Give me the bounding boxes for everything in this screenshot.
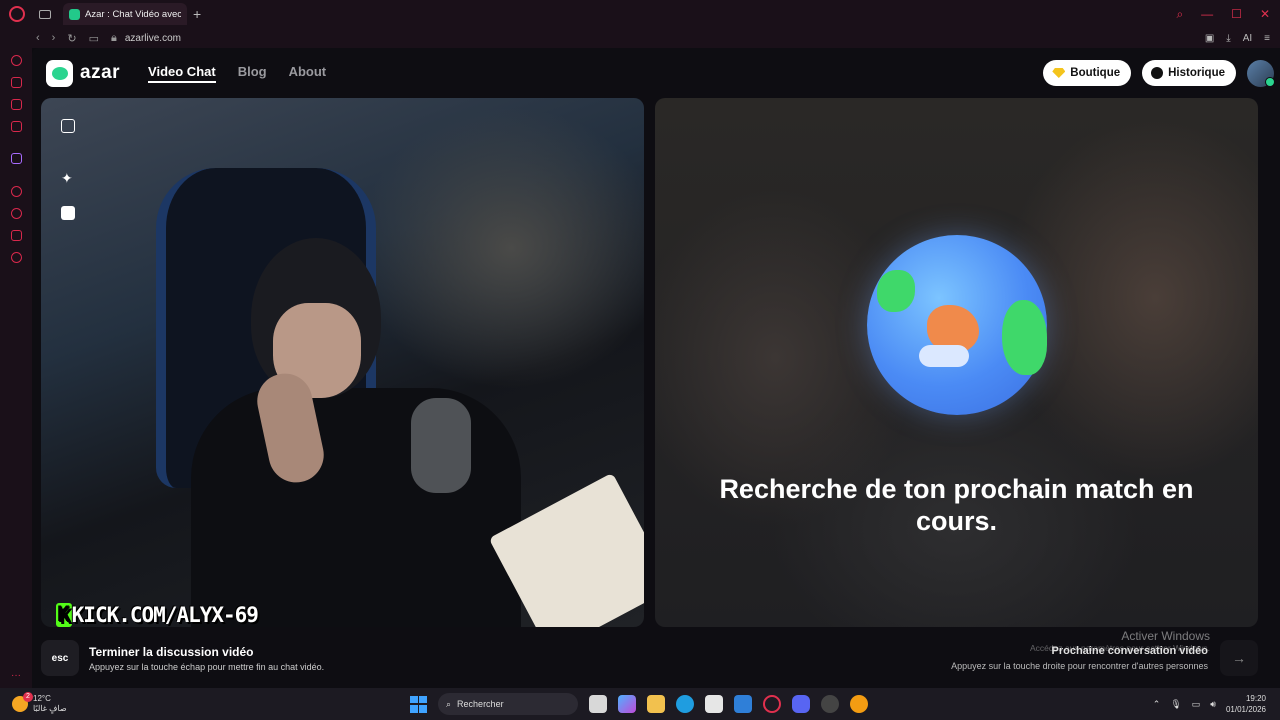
- face-filter-icon[interactable]: [61, 206, 75, 220]
- weather-widget[interactable]: 2 12°C صافٍ غالبًا: [12, 692, 67, 714]
- search-icon: ⌕: [446, 698, 452, 709]
- diamond-icon: [1052, 68, 1066, 78]
- opera-sidebar: ···: [0, 48, 32, 688]
- globe-icon: [867, 235, 1047, 415]
- boutique-label: Boutique: [1070, 67, 1121, 79]
- nav-blog[interactable]: Blog: [238, 64, 267, 83]
- minimize-button[interactable]: —: [1201, 7, 1213, 21]
- back-icon[interactable]: ‹: [36, 32, 40, 44]
- settings-icon[interactable]: [11, 252, 22, 263]
- self-video-panel: ✦ KKICK.COM/ALYX-69: [41, 98, 644, 627]
- nav-video-chat[interactable]: Video Chat: [148, 64, 216, 83]
- history-icon[interactable]: [11, 208, 22, 219]
- start-button[interactable]: [410, 695, 427, 713]
- store-icon[interactable]: [705, 695, 723, 713]
- chat-footer: esc Terminer la discussion vidéo Appuyez…: [41, 629, 1258, 679]
- exit-fullscreen-icon[interactable]: [61, 119, 75, 133]
- weather-badge: 2: [23, 692, 33, 702]
- address-bar: ‹ › ↻ ▭ 🔒︎ azarlive.com ▣ ⤓ AI ≡: [0, 28, 1280, 48]
- url-field[interactable]: azarlive.com: [125, 33, 181, 44]
- steam-icon[interactable]: [821, 695, 839, 713]
- menu-icon[interactable]: ≡: [1264, 33, 1270, 44]
- maximize-button[interactable]: ☐: [1231, 7, 1242, 21]
- effects-sparkle-icon[interactable]: ✦: [61, 171, 75, 185]
- clock[interactable]: 19:20 01/01/2026: [1226, 693, 1266, 715]
- task-view-icon[interactable]: [589, 695, 607, 713]
- chevron-up-icon[interactable]: ⌃: [1153, 699, 1161, 710]
- player-icon[interactable]: [11, 186, 22, 197]
- messenger-icon[interactable]: [11, 99, 22, 110]
- partner-video-panel: Recherche de ton prochain match en cours…: [655, 98, 1258, 627]
- extensions-icon[interactable]: [11, 230, 22, 241]
- volume-icon[interactable]: 🔊︎: [1210, 699, 1216, 710]
- azar-logo-icon: [46, 59, 73, 87]
- nav-about[interactable]: About: [289, 64, 327, 83]
- activate-windows-title: Activer Windows: [1121, 629, 1210, 643]
- mail-app-icon[interactable]: [734, 695, 752, 713]
- lock-icon: 🔒︎: [110, 31, 117, 44]
- mic-icon[interactable]: 🎙︎: [1170, 699, 1181, 710]
- azar-page: azar Video Chat Blog About Boutique Hist…: [32, 48, 1280, 688]
- date: 01/01/2026: [1225, 705, 1266, 714]
- azar-favicon-icon: [69, 8, 80, 20]
- obs-icon[interactable]: [850, 695, 868, 713]
- reload-icon[interactable]: ↻: [67, 32, 76, 45]
- person-body: [191, 388, 521, 627]
- kick-watermark: KKICK.COM/ALYX-69: [56, 603, 259, 627]
- opera-logo-icon[interactable]: [9, 6, 25, 22]
- search-tabs-icon[interactable]: ⌕: [1176, 7, 1183, 22]
- twitch-icon[interactable]: [11, 153, 22, 164]
- time: 19:20: [1245, 694, 1266, 703]
- mail-icon[interactable]: [11, 121, 22, 132]
- more-options-icon[interactable]: ···: [11, 670, 21, 681]
- clock-icon: [1151, 67, 1164, 79]
- download-icon[interactable]: ⤓: [1226, 33, 1230, 44]
- discord-icon[interactable]: [792, 695, 810, 713]
- boutique-button[interactable]: Boutique: [1043, 60, 1132, 86]
- system-tray: ⌃ 🎙︎ ▭ 🔊︎ 19:20 01/01/2026: [1153, 693, 1266, 715]
- file-explorer-icon[interactable]: [647, 695, 665, 713]
- sun-icon: 2: [12, 692, 33, 712]
- microphone: [411, 398, 471, 493]
- taskbar-search[interactable]: ⌕ Rechercher: [438, 693, 578, 715]
- end-chat-info: Terminer la discussion vidéo Appuyez sur…: [89, 645, 324, 672]
- searching-status: Recherche de ton prochain match en cours…: [719, 474, 1194, 536]
- edge-icon[interactable]: [676, 695, 694, 713]
- site-header: azar Video Chat Blog About Boutique Hist…: [32, 48, 1280, 98]
- next-chat-subtitle: Appuyez sur la touche droite pour rencon…: [951, 661, 1208, 671]
- browser-tab[interactable]: Azar : Chat Vidéo avec de: [63, 3, 187, 25]
- end-chat-subtitle: Appuyez sur la touche échap pour mettre …: [89, 661, 325, 672]
- end-chat-title: Terminer la discussion vidéo: [89, 644, 254, 659]
- azar-logo[interactable]: azar: [46, 59, 121, 87]
- esc-button[interactable]: esc: [41, 640, 79, 676]
- weather-desc: صافٍ غالبًا: [33, 704, 67, 713]
- aria-icon[interactable]: [11, 55, 22, 66]
- activate-windows-subtitle: Accédez aux paramètres pour activer Wind…: [1030, 643, 1210, 653]
- browser-tab-bar: Azar : Chat Vidéo avec de + ⌕ — ☐ ✕: [0, 0, 1280, 28]
- crypto-wallet-icon[interactable]: [11, 77, 22, 88]
- copilot-icon[interactable]: [618, 695, 636, 713]
- historique-label: Historique: [1168, 67, 1225, 79]
- wallet-icon[interactable]: ▣: [1205, 33, 1214, 44]
- historique-button[interactable]: Historique: [1142, 60, 1236, 86]
- close-window-button[interactable]: ✕: [1260, 7, 1270, 21]
- windows-taskbar: 2 12°C صافٍ غالبًا ⌕ Rechercher ⌃ 🎙︎ ▭ 🔊…: [0, 688, 1280, 720]
- tab-title: Azar : Chat Vidéo avec de: [85, 8, 181, 20]
- camera-icon[interactable]: ▭: [89, 32, 99, 45]
- main-nav: Video Chat Blog About: [148, 64, 326, 83]
- logo-text: azar: [80, 62, 121, 83]
- avatar[interactable]: [1247, 59, 1275, 87]
- search-placeholder: Rechercher: [457, 699, 504, 709]
- forward-icon[interactable]: ›: [52, 32, 56, 44]
- network-icon[interactable]: ▭: [1192, 699, 1201, 710]
- next-chat-button[interactable]: →: [1220, 640, 1258, 676]
- temperature: 12°C: [33, 694, 51, 703]
- tab-islands-icon[interactable]: [39, 9, 51, 19]
- new-tab-button[interactable]: +: [193, 6, 201, 22]
- opera-taskbar-icon[interactable]: [763, 695, 781, 713]
- kick-logo-icon: K: [56, 603, 72, 627]
- kick-url: KICK.COM/ALYX-69: [71, 603, 259, 627]
- ai-button[interactable]: AI: [1243, 33, 1252, 44]
